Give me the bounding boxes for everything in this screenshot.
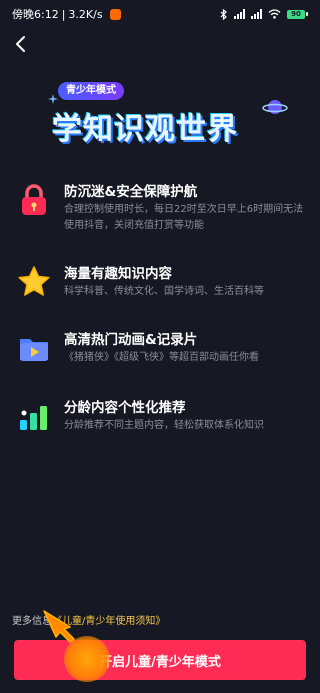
feature-title: 高清热门动画&记录片: [64, 332, 198, 348]
app-notification-icon: [109, 8, 121, 20]
bar-chart-icon: [20, 406, 47, 430]
feature-item-recommendation: 分龄内容个性化推荐 分龄推荐不同主题内容，轻松获取体系化知识: [16, 396, 308, 456]
feature-desc: 分龄推荐不同主题内容，轻松获取体系化知识: [64, 420, 264, 431]
status-left: 傍晚6:12 | 3.2K/s: [12, 6, 121, 22]
sparkle-icon: [48, 94, 58, 104]
hero-title: 学知识观世界: [52, 112, 238, 147]
bluetooth-icon: [220, 8, 227, 20]
video-folder-icon: [20, 339, 48, 361]
planet-icon: [262, 100, 288, 114]
status-time: 傍晚6:12: [12, 8, 59, 21]
lock-icon: [22, 184, 46, 215]
signal-icon-2: [251, 9, 262, 19]
star-icon: [18, 266, 50, 296]
feature-title: 防沉迷&安全保障护航: [64, 184, 198, 200]
chevron-left-icon: [16, 36, 25, 52]
status-right: 90: [220, 8, 308, 20]
hero-tag: 青少年模式: [58, 82, 124, 100]
back-button[interactable]: [8, 32, 32, 56]
wifi-icon: [268, 9, 281, 19]
enable-teen-mode-button[interactable]: 开启儿童/青少年模式: [14, 640, 306, 680]
status-bar: 傍晚6:12 | 3.2K/s 90: [0, 0, 320, 28]
feature-item-animation: 高清热门动画&记录片 《猪猪侠》《超级飞侠》等超百部动画任你看: [16, 328, 308, 388]
feature-desc: 科学科普、传统文化、国学诗词、生活百科等: [64, 286, 264, 297]
status-network-speed: 3.2K/s: [68, 7, 103, 21]
pointer-arrow-icon: [43, 610, 75, 643]
feature-title: 分龄内容个性化推荐: [64, 400, 186, 416]
status-divider: |: [61, 7, 66, 21]
signal-icon: [234, 9, 245, 19]
feature-item-knowledge: 海量有趣知识内容 科学科普、传统文化、国学诗词、生活百科等: [16, 262, 308, 322]
feature-desc: 合理控制使用时长，每日22时至次日早上6时期间无法使用抖音，关闭充值打赏等功能: [64, 204, 304, 231]
hero-banner: 青少年模式 学知识观世界: [0, 78, 320, 158]
battery-icon: 90: [287, 9, 308, 19]
feature-item-anti-addiction: 防沉迷&安全保障护航 合理控制使用时长，每日22时至次日早上6时期间无法使用抖音…: [16, 180, 308, 240]
feature-title: 海量有趣知识内容: [64, 266, 172, 282]
feature-desc: 《猪猪侠》《超级飞侠》等超百部动画任你看: [64, 352, 259, 363]
battery-level: 90: [287, 9, 305, 19]
